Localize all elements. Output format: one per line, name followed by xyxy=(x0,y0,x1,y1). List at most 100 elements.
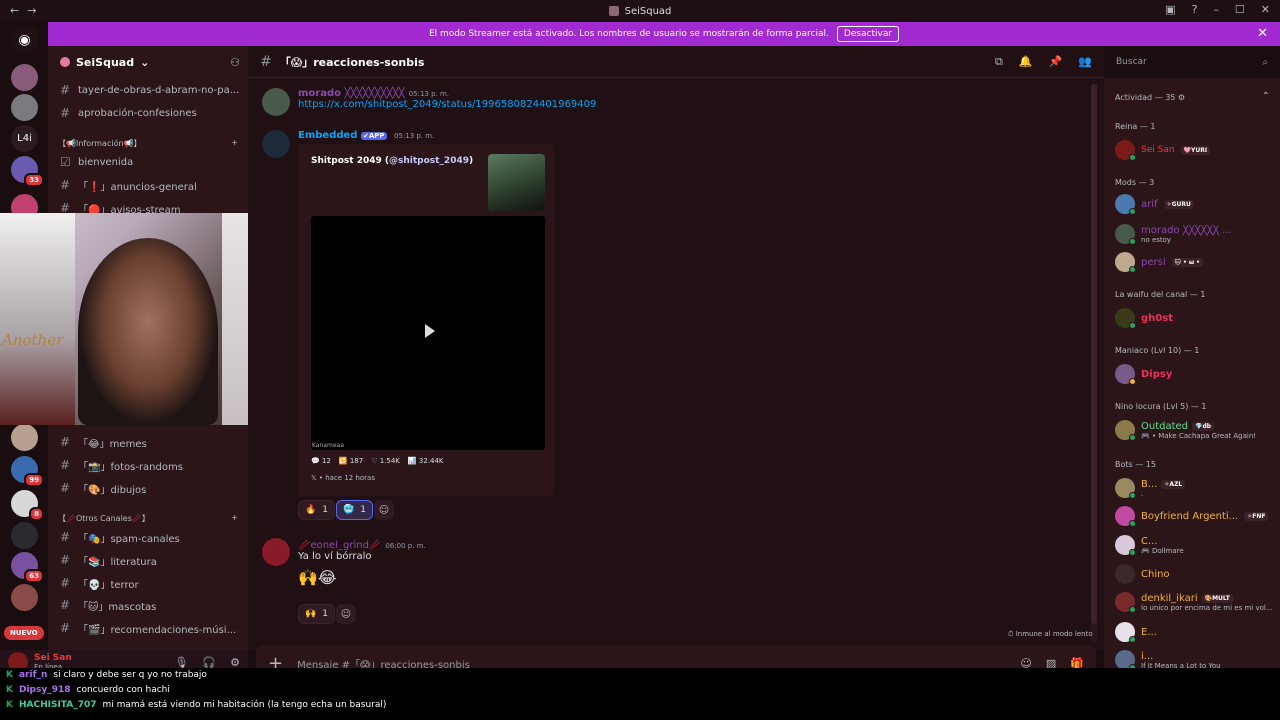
channel-item[interactable]: # 「💀」terror xyxy=(54,573,242,593)
message: 🥢eonel_grind🥢 06:00 p. m. Ya lo ví bórral… xyxy=(298,538,426,587)
avatar[interactable] xyxy=(262,88,290,116)
server-icon[interactable] xyxy=(11,64,38,91)
member-item[interactable]: arif ✧GURU xyxy=(1115,192,1275,216)
server-icon[interactable]: 99 xyxy=(11,456,44,487)
channel-item[interactable]: # 「😂」memes xyxy=(54,432,242,452)
invite-icon[interactable]: ⚇ xyxy=(230,56,240,69)
add-reaction-icon[interactable]: ☺ xyxy=(374,500,394,520)
channel-item[interactable]: # 「❗」anuncios-general xyxy=(54,175,242,195)
server-icon[interactable] xyxy=(11,522,38,549)
member-item[interactable]: persi 🐱 • ω • xyxy=(1115,250,1275,274)
member-item[interactable]: Boyfriend Argenti... ✧FNF xyxy=(1115,504,1275,528)
channel-item[interactable]: # aprobación-confesiones xyxy=(54,103,242,123)
channel-item[interactable]: # 「🎨」dibujos xyxy=(54,478,242,498)
server-header[interactable]: SeiSquad ⌄ ⚇ xyxy=(48,46,248,78)
hash-icon: # xyxy=(60,576,71,590)
member-item[interactable]: Outdated 💎db 🎮 • Make Cachapa Great Again! xyxy=(1115,418,1275,442)
headphones-icon[interactable]: 🎧 xyxy=(202,656,216,669)
views-count: 📊 32.44K xyxy=(407,457,444,465)
search-icon: ⌕ xyxy=(1262,56,1268,68)
role-tag: 🐱 • ω • xyxy=(1171,257,1204,267)
channel-item[interactable]: # 「🎬」recomendaciones-músi... xyxy=(54,618,242,638)
category-info[interactable]: 【📢Información📢】 + xyxy=(58,138,238,149)
message-author[interactable]: morado ╳╳╳╳╳╳╳╳╳╳ xyxy=(298,88,405,99)
server-icon[interactable] xyxy=(11,584,38,611)
stream-chat-line: Karif_n si claro y debe ser q yo no traba… xyxy=(6,670,207,680)
member-item[interactable]: morado ╳╳╳╳╳╳ ... no estoy xyxy=(1115,222,1275,246)
server-icon[interactable] xyxy=(11,424,38,451)
pin-icon[interactable]: 📌 xyxy=(1049,55,1063,69)
embed-title[interactable]: Shitpost 2049 (@shitpost_2049) xyxy=(311,156,473,166)
member-item[interactable]: B... ✧AZL. xyxy=(1115,476,1275,500)
embed-video[interactable]: Kanameaa xyxy=(311,216,545,450)
close-icon[interactable]: ✕ xyxy=(1257,26,1268,41)
unread-badge: 63 xyxy=(24,569,44,583)
message-author[interactable]: Embedded xyxy=(298,130,357,141)
chevron-up-icon[interactable]: ⌃ xyxy=(1262,91,1270,102)
maximize-button[interactable]: ☐ xyxy=(1235,3,1245,16)
help-icon[interactable]: ? xyxy=(1192,3,1198,16)
inbox-icon[interactable]: ▣ xyxy=(1165,3,1175,16)
play-icon[interactable] xyxy=(425,324,435,338)
reaction-emoji[interactable]: 🙌 1 xyxy=(298,604,335,624)
scrollbar[interactable] xyxy=(1091,84,1097,644)
threads-icon[interactable]: ⧉ xyxy=(995,55,1003,69)
hash-icon: # xyxy=(60,458,71,472)
channel-item[interactable]: # 「📸」fotos-randoms xyxy=(54,455,242,475)
add-channel-icon[interactable]: + xyxy=(231,513,238,524)
channel-item[interactable]: # 「📚」literatura xyxy=(54,550,242,570)
bot-avatar[interactable] xyxy=(262,130,290,158)
category-otros[interactable]: 【🥢Otros Canales🥢】 + xyxy=(58,513,238,524)
embed-thumbnail[interactable] xyxy=(488,154,545,211)
disable-streamer-button[interactable]: Desactivar xyxy=(836,26,900,42)
window-title: SeiSquad xyxy=(624,5,672,17)
unread-badge: 99 xyxy=(24,473,44,487)
minimize-button[interactable]: – xyxy=(1213,3,1219,16)
avatar[interactable] xyxy=(262,538,290,566)
rules-icon: ☑ xyxy=(60,155,71,169)
member-item[interactable]: C... 🎮 Dollmare xyxy=(1115,533,1275,557)
close-window-button[interactable]: ✕ xyxy=(1261,3,1270,16)
scrollbar-thumb[interactable] xyxy=(1091,84,1097,624)
members-icon[interactable]: 👥 xyxy=(1078,55,1092,69)
message-author[interactable]: 🥢eonel_grind🥢 xyxy=(298,540,381,551)
streamer-face xyxy=(78,238,218,425)
activity-header[interactable]: Actividad — 35 ⚙ xyxy=(1115,93,1185,102)
microphone-icon[interactable]: 🎙 xyxy=(174,656,188,669)
channel-item[interactable]: ☑ bienvenida xyxy=(54,152,242,172)
hash-icon: # xyxy=(60,435,71,449)
server-icon[interactable]: 8 xyxy=(11,490,44,521)
role-tag: 💎db xyxy=(1192,421,1215,431)
add-channel-icon[interactable]: + xyxy=(231,138,238,149)
reaction-emoji[interactable]: 🥶 1 xyxy=(336,500,373,520)
member-item[interactable]: Dipsy xyxy=(1115,362,1275,386)
member-item[interactable]: Sei San 🩷YURI xyxy=(1115,138,1275,162)
server-icon[interactable]: 33 xyxy=(11,156,44,187)
message-link[interactable]: https://x.com/shitpost_2049/status/19965… xyxy=(298,99,596,110)
nav-arrows[interactable]: ←→ xyxy=(10,4,44,17)
search-input[interactable]: Buscar ⌕ xyxy=(1110,52,1274,72)
member-item[interactable]: denkil_ikari 🎨MULT lo unico por encima de … xyxy=(1115,590,1275,614)
server-icon[interactable]: 63 xyxy=(11,552,44,583)
bell-icon[interactable]: 🔔 xyxy=(1019,55,1033,69)
add-reaction-icon[interactable]: ☺ xyxy=(336,604,356,624)
message-header: Embedded ✔APP 05:13 p. m. xyxy=(298,128,434,141)
channel-item[interactable]: # tayer-de-obras-d-abram-no-pa... xyxy=(54,80,242,100)
avatar xyxy=(1115,420,1136,441)
server-icon[interactable] xyxy=(11,94,38,121)
avatar xyxy=(1115,194,1136,215)
member-list: Actividad — 35 ⚙ ⌃ Reina — 1 Sei San 🩷YUR… xyxy=(1104,78,1280,688)
reaction-fire[interactable]: 🔥 1 xyxy=(298,500,335,520)
member-item[interactable]: Chino xyxy=(1115,562,1275,586)
member-item[interactable]: gh0st xyxy=(1115,306,1275,330)
discord-home-icon[interactable]: ◉ xyxy=(11,26,38,53)
channel-item[interactable]: # 「🐱」mascotas xyxy=(54,595,242,615)
new-badge[interactable]: NUEVO xyxy=(4,626,44,640)
channel-item[interactable]: # 「🎭」spam-canales xyxy=(54,527,242,547)
member-item[interactable]: E... xyxy=(1115,620,1275,644)
message: morado ╳╳╳╳╳╳╳╳╳╳ 05:13 p. m. https://x.c… xyxy=(298,86,596,110)
server-icon[interactable]: L4i xyxy=(11,125,38,152)
avatar xyxy=(1115,478,1136,499)
message-text: Ya lo ví bórralo xyxy=(298,551,372,562)
settings-gear-icon[interactable]: ⚙ xyxy=(230,656,240,669)
